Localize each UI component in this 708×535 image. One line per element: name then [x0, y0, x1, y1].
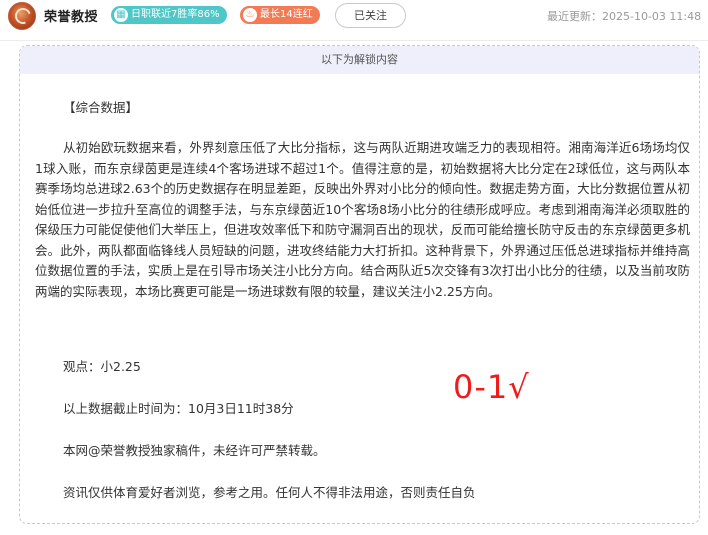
copyright-notice: 本网@荣誉教授独家稿件，未经许可严禁转载。: [63, 443, 326, 458]
streak-badge: ♨ 最长14连红: [240, 6, 320, 24]
follow-button[interactable]: 已关注: [335, 3, 406, 28]
win-rate-text: 日职联近7胜率86%: [131, 9, 220, 20]
disclaimer-notice: 资讯仅供体育爱好者浏览，参考之用。任何人不得非法用途，否则责任自负: [63, 485, 476, 500]
update-time: 最近更新：2025-10-03 11:48: [547, 10, 702, 23]
expert-header: 荣誉教授 ▦ 日职联近7胜率86% ♨ 最长14连红 已关注 最近更新：2025…: [0, 0, 708, 32]
win-rate-badge: ▦ 日职联近7胜率86%: [111, 6, 227, 24]
section-title: 【综合数据】: [63, 100, 139, 115]
avatar[interactable]: [8, 2, 36, 30]
match-result-stamp: 0-1√: [453, 368, 530, 406]
prediction-view: 观点：小2.25: [63, 359, 141, 374]
calendar-icon: ▦: [114, 8, 128, 22]
unlock-banner: 以下为解锁内容: [20, 46, 699, 74]
author-name[interactable]: 荣誉教授: [44, 6, 98, 25]
avatar-logo-mark: [12, 5, 34, 27]
streak-text: 最长14连红: [260, 9, 313, 20]
analysis-paragraph: 从初始欧玩数据来看，外界刻意压低了大比分指标，这与两队近期进攻端乏力的表现相符。…: [35, 140, 690, 299]
data-cutoff-time: 以上数据截止时间为：10月3日11时38分: [63, 401, 294, 416]
header-divider: [0, 40, 708, 41]
flame-icon: ♨: [243, 8, 257, 22]
